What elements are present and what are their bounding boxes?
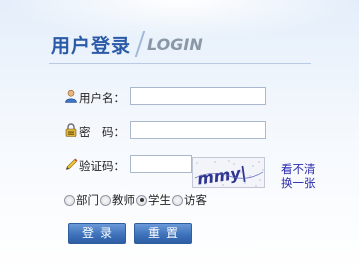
lock-icon: [65, 123, 77, 137]
login-button[interactable]: 登录: [68, 223, 126, 244]
user-icon: [65, 89, 77, 103]
login-title: 用户登录 LOGIN: [51, 30, 203, 58]
radio-teacher[interactable]: [100, 194, 111, 206]
refresh-line-2: 换一张: [281, 176, 316, 190]
title-english: LOGIN: [147, 34, 203, 54]
radio-visitor[interactable]: [172, 194, 183, 206]
role-label: 部门: [76, 193, 99, 207]
captcha-graphic: mmy|: [194, 160, 264, 188]
username-input[interactable]: [130, 87, 266, 105]
role-label: 学生: [148, 193, 171, 207]
title-chinese: 用户登录: [51, 34, 132, 57]
radio-department[interactable]: [64, 194, 75, 206]
reset-button[interactable]: 重置: [134, 223, 192, 244]
role-radio-group: 部门 教师 学生 访客: [64, 192, 208, 208]
pencil-icon: [65, 158, 78, 170]
role-option-teacher[interactable]: 教师: [100, 192, 135, 208]
password-input[interactable]: [130, 121, 266, 139]
refresh-captcha-link[interactable]: 看不清 换一张: [281, 162, 321, 190]
radio-student[interactable]: [136, 194, 147, 206]
captcha-image[interactable]: mmy|: [192, 157, 265, 188]
captcha-text: mmy|: [196, 163, 248, 188]
title-divider: [49, 63, 311, 64]
refresh-line-1: 看不清: [281, 162, 316, 176]
role-label: 访客: [184, 193, 207, 207]
role-option-visitor[interactable]: 访客: [172, 192, 207, 208]
title-separator: [134, 31, 146, 57]
role-option-student[interactable]: 学生: [136, 192, 171, 208]
role-option-department[interactable]: 部门: [64, 192, 99, 208]
captcha-label: 验证码：: [79, 159, 125, 173]
role-label: 教师: [112, 193, 135, 207]
captcha-input[interactable]: [130, 155, 192, 173]
username-label: 用户名：: [79, 91, 125, 105]
password-label: 密 码：: [79, 125, 125, 139]
login-panel: 用户登录 LOGIN 用户名： 密 码： 验证码： mmy| 看不清 换一张 部…: [0, 0, 359, 274]
